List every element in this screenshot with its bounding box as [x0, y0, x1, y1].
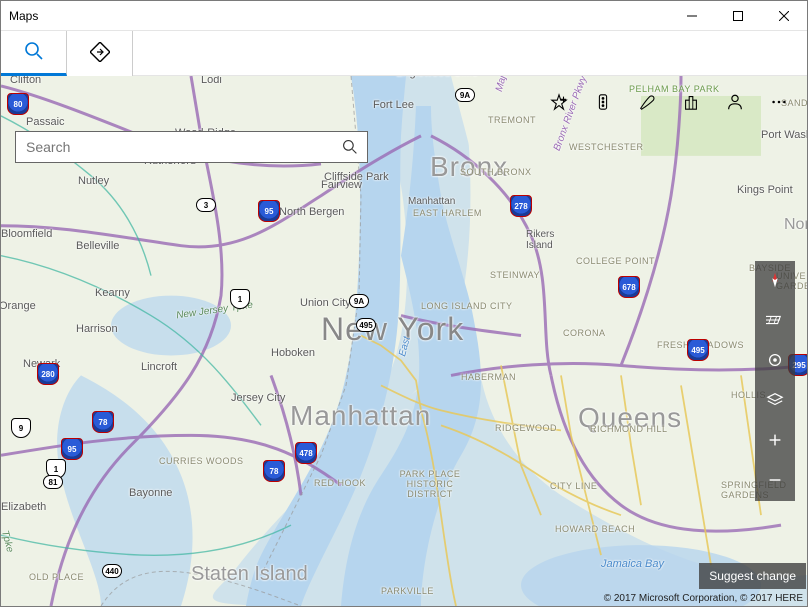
tab-directions[interactable]	[67, 31, 133, 76]
saved-places-button[interactable]	[537, 81, 581, 125]
ink-button[interactable]	[625, 81, 669, 125]
3d-cities-button[interactable]	[669, 81, 713, 125]
search-icon	[24, 41, 44, 64]
locate-button[interactable]	[755, 341, 795, 381]
more-button[interactable]	[757, 81, 801, 125]
search-submit-icon[interactable]	[333, 139, 367, 155]
zoom-in-button[interactable]	[755, 421, 795, 461]
tab-search[interactable]	[1, 31, 67, 76]
layers-icon	[766, 391, 784, 412]
maximize-button[interactable]	[715, 1, 761, 31]
zoom-out-button[interactable]	[755, 461, 795, 501]
quickbar	[537, 81, 801, 125]
close-button[interactable]	[761, 1, 807, 31]
pen-icon	[638, 93, 656, 114]
suggest-change-button[interactable]: Suggest change	[699, 563, 806, 589]
map-views-button[interactable]	[755, 381, 795, 421]
locate-icon	[766, 351, 784, 372]
minimize-button[interactable]	[669, 1, 715, 31]
search-input[interactable]	[16, 132, 333, 162]
content-area: New York Bronx Manhattan Queens Staten I…	[1, 31, 807, 606]
minus-icon	[766, 471, 784, 492]
mode-toolbar	[1, 31, 807, 76]
plus-icon	[766, 431, 784, 452]
copyright-label: © 2017 Microsoft Corporation, © 2017 HER…	[604, 593, 803, 604]
directions-icon	[90, 42, 110, 65]
traffic-button[interactable]	[581, 81, 625, 125]
map-side-controls	[755, 261, 795, 501]
building-icon	[682, 93, 700, 114]
toolbar-filler	[133, 31, 807, 76]
tilt-button[interactable]	[755, 301, 795, 341]
traffic-icon	[594, 93, 612, 114]
person-icon	[726, 93, 744, 114]
star-icon	[550, 93, 568, 114]
window-title: Maps	[9, 9, 38, 23]
app-window: Maps	[0, 0, 808, 607]
rotate-button[interactable]	[755, 261, 795, 301]
map-canvas[interactable]: New York Bronx Manhattan Queens Staten I…	[1, 76, 807, 606]
compass-icon	[766, 271, 784, 292]
ellipsis-icon	[770, 93, 788, 114]
search-box	[15, 131, 368, 163]
me-button[interactable]	[713, 81, 757, 125]
titlebar: Maps	[1, 1, 807, 31]
tilt-icon	[766, 311, 784, 332]
